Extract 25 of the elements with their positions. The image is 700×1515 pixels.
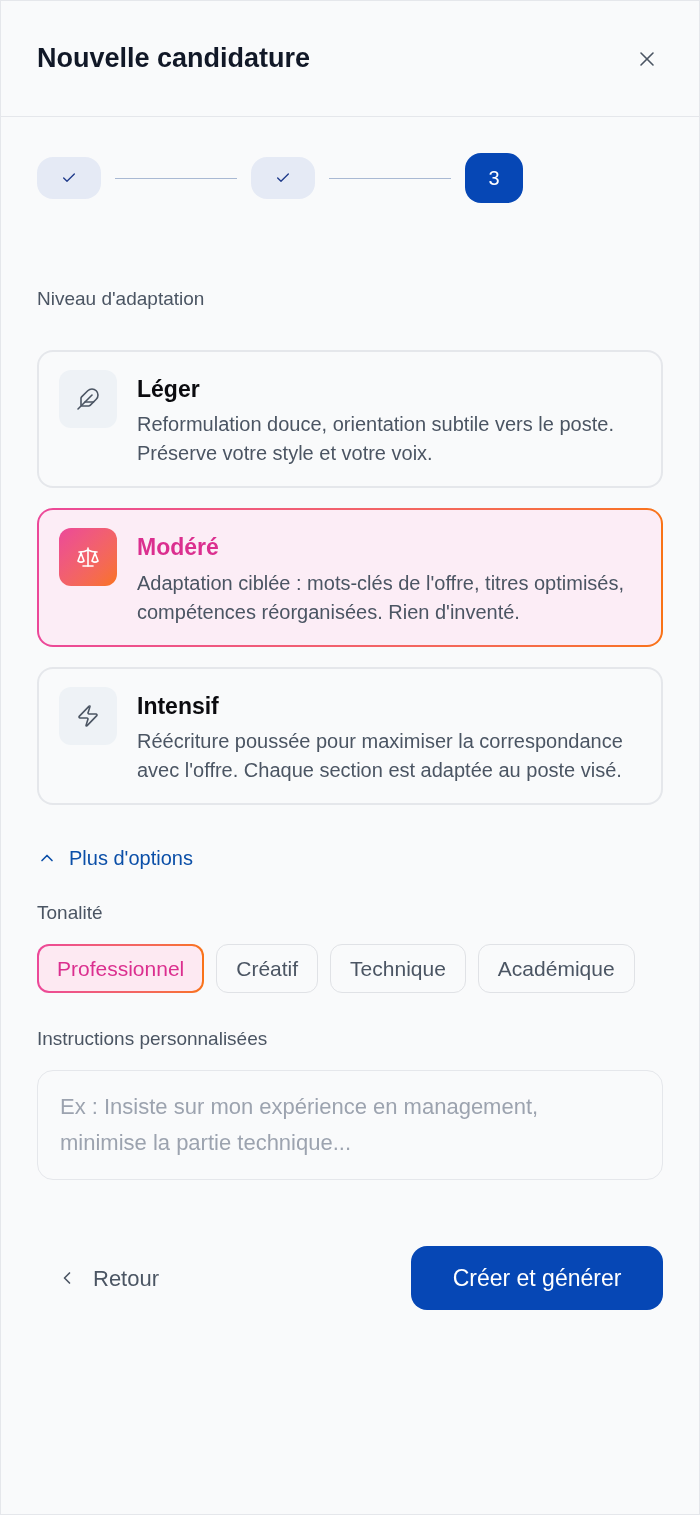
level-option[interactable]: Léger Reformulation douce, orientation subtile vers le poste. Préserve votre style et votre voix. — [37, 349, 663, 488]
tone-chip[interactable]: Créatif — [216, 943, 319, 993]
back-button[interactable]: Retour — [37, 1245, 180, 1311]
feather-icon — [76, 386, 100, 411]
tone-chip[interactable]: Technique — [330, 943, 466, 993]
level-option[interactable]: Modéré Adaptation ciblée : mots-clés de l'offre, titres optimisés, compétences réorganisées. Rien d'inventé. — [37, 508, 663, 647]
instructions-label: Instructions personnalisées — [37, 1027, 269, 1051]
tone-chip[interactable]: Professionnel — [37, 943, 205, 993]
submit-button[interactable]: Créer et générer — [411, 1246, 663, 1310]
tone-label: Tonalité — [37, 901, 104, 925]
more-options-toggle[interactable]: Plus d'options — [37, 843, 193, 873]
option-title: Modéré — [137, 533, 220, 562]
option-description: Réécriture poussée pour maximiser la correspondance avec l'offre. Chaque section est adaptée au poste visé. — [137, 729, 624, 783]
option-description: Adaptation ciblée : mots-clés de l'offre, titres optimisés, compétences réorganisées. Rien d'inventé. — [137, 570, 625, 625]
option-description: Reformulation douce, orientation subtile vers le poste. Préserve votre style et votre voix. — [137, 412, 615, 466]
option-title: Léger — [137, 374, 201, 404]
instructions-field[interactable]: Ex : Insiste sur mon expérience en management, minimise la partie technique... — [37, 1069, 663, 1180]
section-label: Niveau d'adaptation — [37, 287, 206, 311]
dialog-title: Nouvelle candidature — [37, 42, 311, 76]
option-title: Intensif — [137, 691, 220, 721]
scale-icon — [76, 545, 100, 569]
lightning-icon — [76, 703, 100, 728]
current-step: 3 — [465, 153, 523, 203]
tone-chip[interactable]: Académique — [477, 943, 635, 993]
level-option[interactable]: Intensif Réécriture poussée pour maximiser la correspondance avec l'offre. Chaque section est adaptée au poste visé. — [37, 666, 663, 805]
